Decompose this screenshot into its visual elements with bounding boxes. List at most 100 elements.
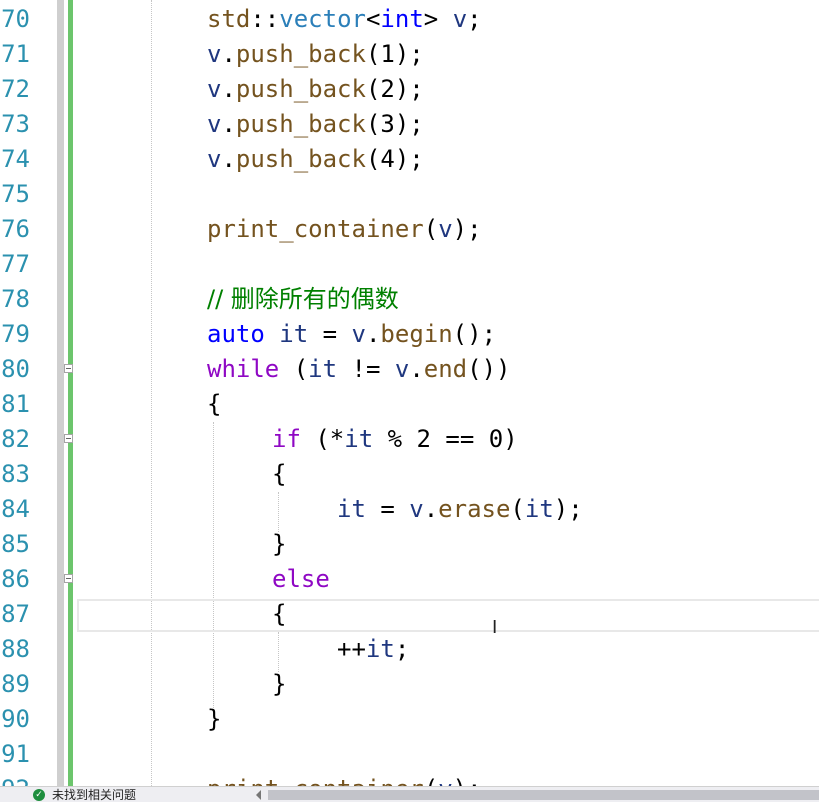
code-token: it [524,495,554,523]
code-token: = [308,320,352,348]
line-number: 72 [1,75,30,103]
code-token: while [207,355,280,383]
line-number: 84 [1,495,30,523]
code-line[interactable]: 85} [0,527,819,562]
code-line[interactable]: 91 [0,737,819,772]
collapse-toggle-icon[interactable] [64,434,73,443]
code-text: else [272,562,330,597]
line-number: 92 [0,772,30,786]
code-line[interactable]: 88 ++it; [0,632,819,667]
code-text: { [207,387,221,422]
code-line[interactable]: 82 if (*it % 2 == 0) [0,422,819,457]
code-token: v [207,145,222,173]
code-token: (); [452,320,497,348]
code-token: v [351,320,366,348]
code-text: // 删除所有的偶数 [207,282,399,317]
code-token: ; [394,635,410,663]
code-line[interactable]: 80 while (it != v.end()) [0,352,819,387]
code-token: vector [279,5,366,33]
code-text: if (*it % 2 == 0) [272,422,518,457]
code-token: push_back [235,110,366,138]
code-token: } [272,530,287,558]
status-bar: ✓ 未找到相关问题 [0,786,819,802]
code-token: (* [300,425,345,453]
code-line[interactable]: 76 print_container(v); [0,212,819,247]
code-token: ; [467,5,482,33]
code-line[interactable]: 87 { [0,597,819,632]
code-token: . [221,75,236,103]
code-text: { [272,597,286,632]
code-line[interactable]: 79 auto it = v.begin(); [0,317,819,352]
code-text: v.push_back(3); [207,107,424,142]
code-token: ); [452,215,482,243]
code-line[interactable]: 71 v.push_back(1); [0,37,819,72]
code-text: } [207,702,221,737]
code-line[interactable]: 75 [0,177,819,212]
code-token: else [272,565,330,593]
code-token: (4); [365,145,424,173]
status-message[interactable]: 未找到相关问题 [52,787,136,803]
code-line[interactable]: 89} [0,667,819,702]
code-line[interactable]: 77 [0,247,819,282]
code-token: } [207,705,222,733]
collapse-toggle-icon[interactable] [64,574,73,583]
check-circle-icon: ✓ [33,789,45,801]
code-token: v [207,75,222,103]
code-text: v.push_back(2); [207,72,424,107]
code-token: it [344,425,374,453]
code-token: { [272,600,287,628]
code-token: . [221,110,236,138]
line-number: 83 [1,460,30,488]
code-text: print_container(v); [207,212,482,247]
line-number: 87 [1,600,30,628]
code-text: std::vector<int> v; [207,2,482,37]
line-number: 91 [1,740,30,768]
code-token: std [207,5,251,33]
code-token: it [365,635,395,663]
code-line[interactable]: 72 v.push_back(2); [0,72,819,107]
code-token: v [409,495,424,523]
code-line[interactable]: 86 else [0,562,819,597]
code-token: ( [510,495,525,523]
code-editor[interactable]: 70 std::vector<int> v; 71 v.push_back(1); 72… [0,0,819,786]
scroll-left-arrow-icon[interactable] [256,790,261,800]
code-token: int [380,5,424,33]
code-token: if [272,425,301,453]
code-token: = [365,495,410,523]
horizontal-scrollbar[interactable] [268,790,819,800]
code-token: % 2 == 0) [373,425,518,453]
code-text: auto it = v.begin(); [207,317,496,352]
code-line[interactable]: 81 { [0,387,819,422]
code-text: it = v.erase(it); [337,492,583,527]
code-token: // 删除所有的偶数 [207,285,399,313]
code-token: ); [453,775,482,786]
code-token: push_back [235,145,366,173]
code-line[interactable]: 73 v.push_back(3); [0,107,819,142]
line-number: 86 [1,565,30,593]
code-token: v [394,355,410,383]
code-token: < [365,5,381,33]
code-line[interactable]: 70 std::vector<int> v; [0,2,819,37]
code-token: end [423,355,468,383]
code-token: erase [438,495,511,523]
code-line[interactable]: 84 it = v.erase(it); [0,492,819,527]
code-text: } [272,527,286,562]
code-token: != [337,355,395,383]
collapse-toggle-icon[interactable] [64,364,73,373]
code-token: v [438,215,453,243]
code-token: (1); [365,40,424,68]
code-text: while (it != v.end()) [207,352,510,387]
code-token: auto [207,320,265,348]
code-line[interactable]: 90} [0,702,819,737]
code-token: > [423,5,453,33]
line-number: 90 [1,705,30,733]
code-line[interactable]: 92 print_container(v); [0,772,819,786]
code-token: begin [380,320,453,348]
code-line[interactable]: 74 v.push_back(4); [0,142,819,177]
line-number: 78 [1,285,30,313]
code-line[interactable]: 78 // 删除所有的偶数 [0,282,819,317]
line-number: 77 [1,250,30,278]
line-number: 89 [1,670,30,698]
line-number: 70 [1,5,30,33]
code-line[interactable]: 83 { [0,457,819,492]
